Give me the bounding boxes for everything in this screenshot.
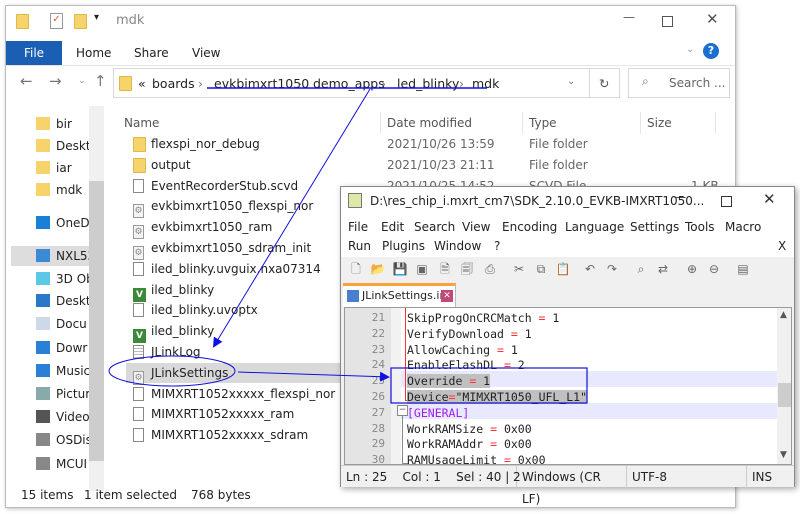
arrow-to-editor — [237, 371, 390, 382]
arrow-to-file — [212, 88, 371, 348]
annotation-overlay — [108, 87, 588, 404]
settings-highlight-box — [390, 367, 588, 404]
file-highlight-ellipse — [108, 355, 236, 387]
